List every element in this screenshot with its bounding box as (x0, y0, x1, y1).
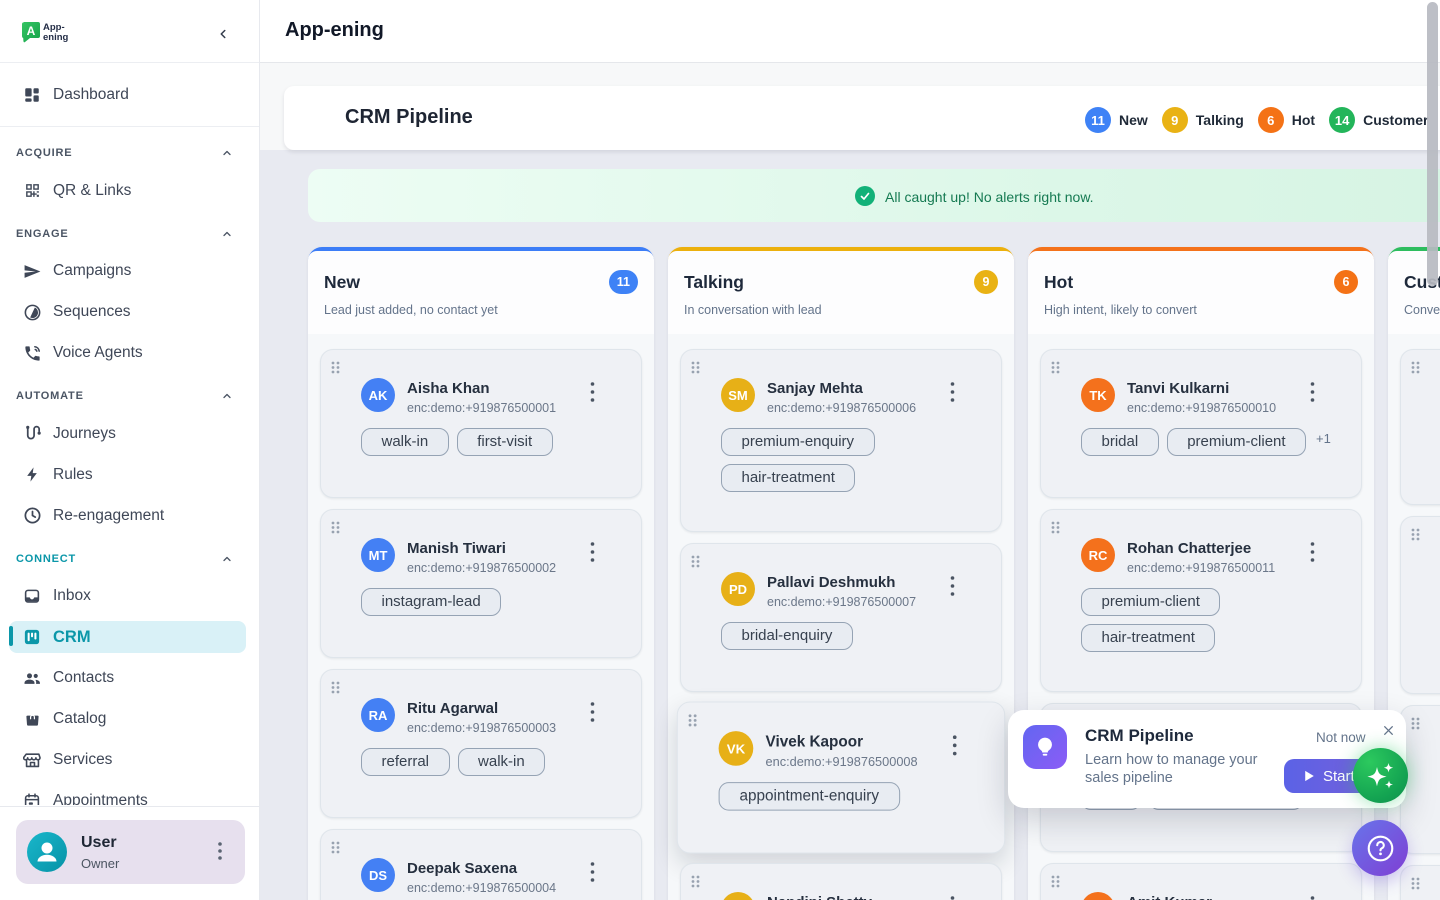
svg-text:A: A (27, 24, 36, 38)
